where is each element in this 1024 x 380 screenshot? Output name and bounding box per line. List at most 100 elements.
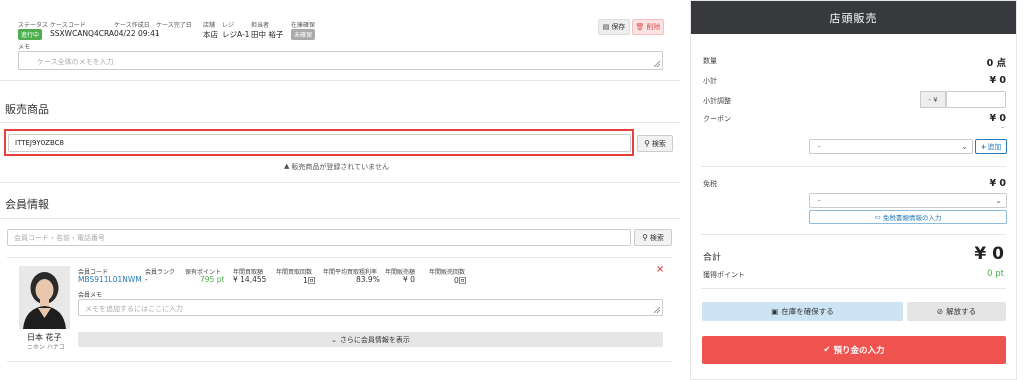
release-label: 解放する <box>946 307 977 316</box>
annual-sales-amount-value: ¥ 0 <box>403 275 415 284</box>
coupon-value: ¥ 0 <box>989 113 1006 124</box>
created-label: ケース作成日 <box>114 22 150 29</box>
delete-label: 削除 <box>646 23 661 31</box>
adjust-prefix: - ¥ <box>920 91 946 108</box>
deposit-label: 預り金の入力 <box>833 346 885 356</box>
chevron-down-icon: ⌄ <box>961 142 968 151</box>
case-code-label: ケースコード <box>50 22 86 29</box>
completed-value: - <box>156 29 159 38</box>
earned-points-label: 獲得ポイント <box>703 271 745 279</box>
secure-stock-button[interactable]: ▣ 在庫を確保する <box>702 302 903 321</box>
add-coupon-button[interactable]: + 追加 <box>975 139 1007 154</box>
unlink-icon: ⊘ <box>936 307 944 316</box>
taxfree-value: ¥ 0 <box>989 178 1006 189</box>
member-title: 会員情報 <box>5 198 49 211</box>
case-pane: ステータス 進行中 ケースコード SSXWCANQ4CRA ケース作成日 04/… <box>0 0 680 380</box>
taxfree-select-value: - <box>818 196 821 205</box>
staff-label: 担当者 <box>251 22 270 29</box>
trash-icon: 🗑 <box>635 23 645 31</box>
coupon-label: クーポン <box>703 115 731 123</box>
created-value: 04/22 09:41 <box>114 29 160 38</box>
divider <box>0 218 680 219</box>
qty-value: 0 点 <box>986 58 1006 69</box>
earned-points-value: 0 pt <box>987 269 1004 279</box>
divider <box>701 234 1006 235</box>
resize-handle-icon[interactable] <box>654 307 660 313</box>
completed-label: ケース完了日 <box>156 22 192 29</box>
member-rank-label: 会員ランク <box>145 269 176 276</box>
status-label: ステータス <box>18 22 49 29</box>
stock-label: 在庫確保 <box>291 22 316 29</box>
taxfree-select[interactable]: - ⌄ <box>809 193 1007 208</box>
avatar <box>19 266 70 329</box>
points-value: 795 pt <box>200 275 225 284</box>
total-label: 合計 <box>703 253 722 263</box>
show-more-member-button[interactable]: ⌄ さらに会員情報を表示 <box>78 332 663 347</box>
save-label: 保存 <box>611 23 626 31</box>
divider <box>7 361 672 362</box>
warning-icon: ▲ <box>284 162 290 170</box>
subtotal-label: 小計 <box>703 77 717 85</box>
taxfree-doc-button[interactable]: ▭ 免税書類情報の入力 <box>809 210 1007 224</box>
stock-badge: 未確保 <box>291 29 316 40</box>
member-search-button[interactable]: ⚲ 検索 <box>634 229 672 246</box>
chevron-down-icon: ⌄ <box>331 335 337 344</box>
secure-stock-label: 在庫を確保する <box>781 307 834 316</box>
products-title: 販売商品 <box>5 103 49 116</box>
member-search-input[interactable]: 会員コード・名前・電話番号 <box>7 229 631 246</box>
qty-label: 数量 <box>703 57 717 65</box>
add-coupon-label: 追加 <box>987 142 1002 151</box>
avg-rate-value: 83.9% <box>356 275 380 284</box>
save-button[interactable]: ▤ 保存 <box>598 19 630 35</box>
empty-products-text: 販売商品が登録されていません <box>291 163 389 171</box>
case-memo-placeholder: ケース全体のメモを入力 <box>37 58 114 66</box>
member-code-link[interactable]: MBS911L01NWM <box>78 275 142 284</box>
status-badge: 進行中 <box>18 29 43 40</box>
total-value: ¥ 0 <box>974 244 1004 264</box>
adjust-label: 小計調整 <box>703 97 731 105</box>
divider <box>0 80 680 81</box>
annual-buy-count-value: 1回 <box>303 276 316 285</box>
annual-sales-count-value: 0回 <box>454 276 467 285</box>
product-code-value: ITTEJ9Y0ZBC8 <box>15 139 64 147</box>
product-search-button[interactable]: ⚲ 検索 <box>637 135 673 152</box>
member-rank-value: - <box>145 275 148 284</box>
taxfree-label: 免税 <box>703 180 717 188</box>
release-button[interactable]: ⊘ 解放する <box>907 302 1006 321</box>
store-value: 本店 <box>203 30 218 39</box>
person-icon <box>19 266 70 329</box>
chevron-down-icon: ⌄ <box>995 196 1002 205</box>
check-icon: ✔ <box>823 345 831 355</box>
product-search-label: 検索 <box>651 139 666 148</box>
empty-products-message: ▲ 販売商品が登録されていません <box>284 162 389 172</box>
product-code-input[interactable]: ITTEJ9Y0ZBC8 <box>8 134 631 152</box>
store-label: 店舗 <box>203 22 216 29</box>
case-code-value: SSXWCANQ4CRA <box>50 29 115 38</box>
divider <box>0 122 680 123</box>
case-memo-textarea[interactable]: ケース全体のメモを入力 <box>18 51 663 70</box>
remove-member-icon[interactable]: × <box>656 264 664 275</box>
resize-handle-icon[interactable] <box>654 61 660 67</box>
coupon-dash: - <box>1001 124 1004 132</box>
coupon-select-value: - <box>818 142 821 151</box>
subtotal-value: ¥ 0 <box>989 75 1006 86</box>
plus-icon: + <box>980 142 987 151</box>
id-card-icon: ▭ <box>874 213 881 221</box>
staff-value: 田中 裕子 <box>251 30 284 39</box>
boxes-icon: ▣ <box>771 307 779 316</box>
taxfree-doc-label: 免税書類情報の入力 <box>882 214 942 222</box>
register-label: レジ <box>222 22 235 29</box>
member-memo-textarea[interactable]: メモを追加するにはここに入力 <box>78 299 663 316</box>
divider <box>0 182 680 183</box>
adjust-input[interactable] <box>946 91 1006 108</box>
divider <box>701 288 1006 289</box>
member-search-placeholder: 会員コード・名前・電話番号 <box>14 234 105 242</box>
divider <box>7 257 672 258</box>
member-memo-placeholder: メモを追加するにはここに入力 <box>85 305 183 313</box>
member-search-label: 検索 <box>649 233 664 242</box>
coupon-select[interactable]: - ⌄ <box>809 139 973 154</box>
member-memo-label: 会員メモ <box>78 292 103 299</box>
annual-buy-amount-value: ¥ 14,455 <box>233 275 267 284</box>
delete-button[interactable]: 🗑 削除 <box>632 19 664 35</box>
deposit-button[interactable]: ✔ 預り金の入力 <box>702 336 1006 364</box>
